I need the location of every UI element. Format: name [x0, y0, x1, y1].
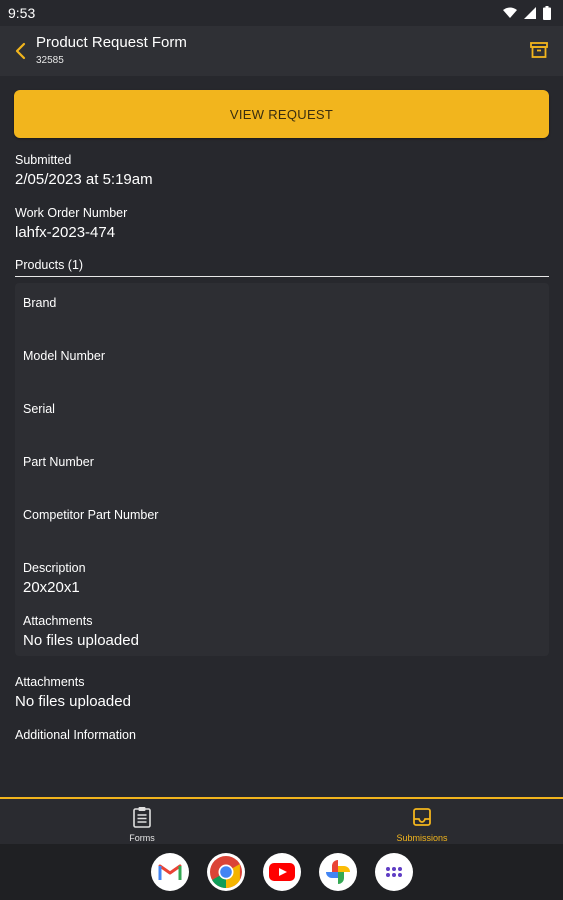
chrome-app[interactable]	[206, 853, 245, 891]
model-number-field: Model Number	[23, 348, 105, 366]
chevron-left-icon	[15, 42, 26, 60]
work-order-label: Work Order Number	[15, 206, 128, 220]
wifi-icon	[503, 7, 517, 18]
brand-field: Brand	[23, 295, 56, 313]
pinwheel-icon	[325, 860, 350, 884]
description-value: 20x20x1	[23, 579, 80, 596]
attachments-field: Attachments No files uploaded	[15, 674, 131, 712]
work-order-field: Work Order Number lahfx-2023-474	[15, 205, 127, 243]
product-card[interactable]: Brand Model Number Serial Part Number Co…	[15, 283, 549, 656]
nav-submissions[interactable]: Submissions	[352, 799, 492, 844]
additional-info-field: Additional Information	[15, 727, 136, 743]
chrome-icon	[209, 856, 242, 889]
product-attachments-value: No files uploaded	[23, 632, 139, 649]
submitted-value: 2/05/2023 at 5:19am	[15, 171, 153, 188]
nav-forms-label: Forms	[129, 833, 155, 843]
view-request-button[interactable]: VIEW REQUEST	[14, 90, 549, 138]
app-dock	[0, 844, 563, 900]
serial-field: Serial	[23, 401, 55, 419]
competitor-part-number-field: Competitor Part Number	[23, 507, 158, 525]
brand-label: Brand	[23, 296, 57, 310]
gmail-app[interactable]	[150, 853, 189, 891]
additional-info-label: Additional Information	[15, 728, 136, 742]
archive-icon	[530, 42, 548, 58]
app-bar: Product Request Form 32585	[0, 26, 563, 76]
products-header: Products (1)	[15, 258, 549, 277]
battery-icon	[543, 6, 551, 20]
archive-button[interactable]	[529, 40, 549, 60]
status-icons	[503, 6, 551, 20]
serial-label: Serial	[23, 402, 55, 416]
attachments-value: No files uploaded	[15, 693, 131, 710]
app-drawer-button[interactable]	[374, 853, 413, 891]
status-time: 9:53	[8, 5, 36, 21]
gmail-icon	[158, 864, 181, 880]
page-subtitle: 32585	[36, 55, 64, 66]
submitted-field: Submitted 2/05/2023 at 5:19am	[15, 152, 153, 190]
nav-submissions-label: Submissions	[396, 833, 448, 843]
description-field: Description 20x20x1	[23, 560, 86, 598]
back-button[interactable]	[2, 26, 38, 76]
page-title: Product Request Form	[36, 34, 187, 51]
part-number-label: Part Number	[23, 455, 94, 469]
model-number-label: Model Number	[23, 349, 105, 363]
youtube-app[interactable]	[262, 853, 301, 891]
signal-icon	[524, 7, 536, 19]
product-attachments-field: Attachments No files uploaded	[23, 613, 139, 651]
product-attachments-label: Attachments	[23, 614, 93, 628]
work-order-value: lahfx-2023-474	[15, 224, 116, 241]
apps-grid-icon	[385, 867, 402, 877]
submitted-label: Submitted	[15, 153, 72, 167]
clipboard-icon	[133, 807, 151, 828]
part-number-field: Part Number	[23, 454, 94, 472]
competitor-part-number-label: Competitor Part Number	[23, 508, 159, 522]
bottom-nav: Forms Submissions	[0, 797, 563, 844]
description-label: Description	[23, 561, 86, 575]
inbox-icon	[413, 808, 431, 826]
photos-app[interactable]	[318, 853, 357, 891]
title-block: Product Request Form 32585	[36, 34, 187, 68]
youtube-icon	[268, 863, 295, 881]
attachments-label: Attachments	[15, 675, 85, 689]
nav-forms[interactable]: Forms	[72, 799, 212, 844]
status-bar: 9:53	[0, 0, 563, 26]
